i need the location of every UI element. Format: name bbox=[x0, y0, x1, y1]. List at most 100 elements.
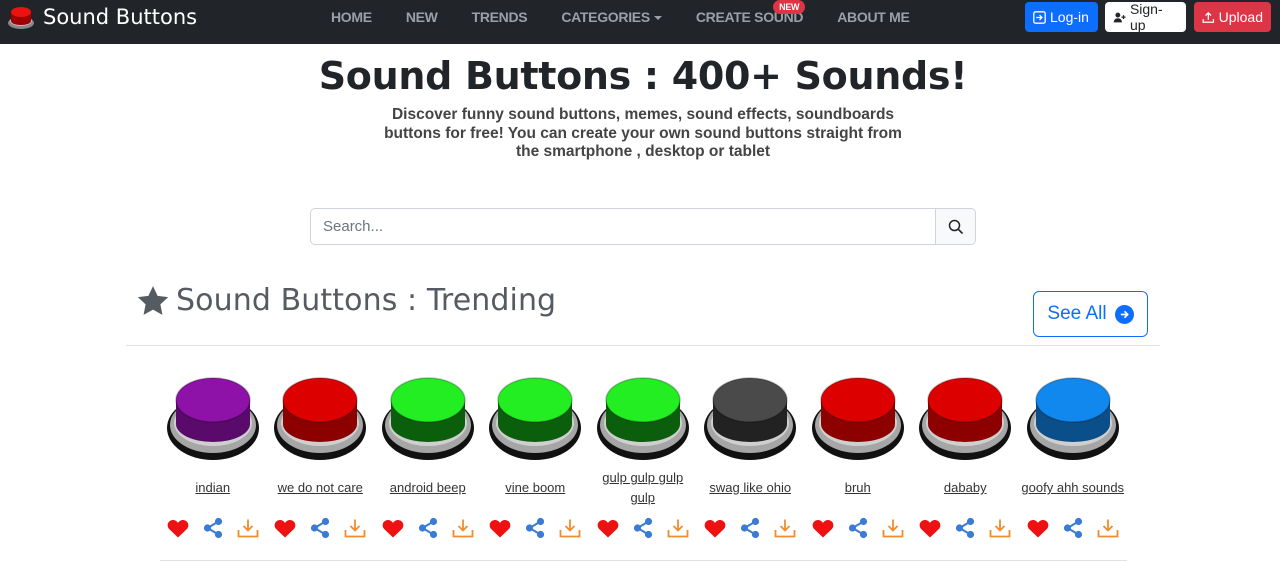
heart-icon[interactable] bbox=[274, 519, 296, 538]
search-icon bbox=[948, 219, 963, 234]
heart-icon[interactable] bbox=[812, 519, 834, 538]
nav-about-me[interactable]: ABOUT ME bbox=[837, 9, 910, 25]
sound-card: bruh bbox=[804, 372, 912, 539]
heart-icon[interactable] bbox=[489, 519, 511, 538]
heart-icon[interactable] bbox=[382, 519, 404, 538]
sound-play-button[interactable] bbox=[166, 372, 260, 462]
download-icon[interactable] bbox=[667, 518, 689, 538]
sound-play-button[interactable] bbox=[703, 372, 797, 462]
heart-icon[interactable] bbox=[919, 519, 941, 538]
sound-card: indian bbox=[159, 372, 267, 539]
login-label: Log-in bbox=[1050, 9, 1089, 25]
sound-label-wrap: indian bbox=[159, 464, 266, 512]
nav-new[interactable]: NEW bbox=[406, 9, 438, 25]
brand-name: Sound Buttons bbox=[43, 5, 198, 29]
sound-label[interactable]: goofy ahh sounds bbox=[1021, 478, 1124, 498]
sound-card: dababy bbox=[912, 372, 1020, 539]
upload-icon bbox=[1202, 11, 1215, 23]
sound-play-button[interactable] bbox=[273, 372, 367, 462]
download-icon[interactable] bbox=[1097, 518, 1119, 538]
sound-grid: indian we do not care android beep vine boo… bbox=[159, 372, 1127, 539]
sound-play-button[interactable] bbox=[1026, 372, 1120, 462]
page-description: Discover funny sound buttons, memes, sou… bbox=[384, 106, 902, 160]
login-button[interactable]: Log-in bbox=[1025, 2, 1098, 32]
heart-icon[interactable] bbox=[704, 519, 726, 538]
download-icon[interactable] bbox=[559, 518, 581, 538]
sound-label[interactable]: vine boom bbox=[505, 478, 565, 498]
sound-label[interactable]: dababy bbox=[944, 478, 987, 498]
sound-label-wrap: swag like ohio bbox=[697, 464, 804, 512]
sound-label[interactable]: we do not care bbox=[278, 478, 363, 498]
caret-down-icon bbox=[653, 16, 662, 21]
nav-categories[interactable]: CATEGORIES bbox=[561, 9, 662, 25]
sound-play-button[interactable] bbox=[488, 372, 582, 462]
search-input[interactable] bbox=[311, 209, 935, 244]
sound-actions bbox=[167, 517, 259, 539]
share-icon[interactable] bbox=[202, 517, 224, 539]
download-icon[interactable] bbox=[882, 518, 904, 538]
arrow-right-circle-icon bbox=[1114, 304, 1134, 324]
sound-label-wrap: dababy bbox=[912, 464, 1019, 512]
page-title: Sound Buttons : 400+ Sounds! bbox=[318, 54, 968, 98]
nav-home[interactable]: HOME bbox=[331, 9, 372, 25]
sound-label[interactable]: indian bbox=[195, 478, 230, 498]
nav-create-sound[interactable]: CREATE SOUND NEW bbox=[696, 0, 806, 25]
sound-card: swag like ohio bbox=[697, 372, 805, 539]
sound-actions bbox=[919, 517, 1011, 539]
upload-label: Upload bbox=[1218, 9, 1263, 25]
share-icon[interactable] bbox=[417, 517, 439, 539]
signup-button[interactable]: Sign-up bbox=[1105, 1, 1186, 33]
sound-label-wrap: we do not care bbox=[267, 464, 374, 512]
nav-categories-label: CATEGORIES bbox=[561, 9, 650, 25]
download-icon[interactable] bbox=[237, 518, 259, 538]
sound-actions bbox=[382, 517, 474, 539]
heart-icon[interactable] bbox=[167, 519, 189, 538]
star-icon bbox=[137, 285, 169, 315]
sound-label[interactable]: android beep bbox=[390, 478, 466, 498]
sound-label[interactable]: bruh bbox=[845, 478, 871, 498]
trending-header: Sound Buttons : Trending bbox=[136, 283, 556, 318]
sound-label-wrap: gulp gulp gulp gulp bbox=[589, 464, 696, 512]
sound-label-wrap: bruh bbox=[804, 464, 911, 512]
sound-label-wrap: android beep bbox=[374, 464, 481, 512]
download-icon[interactable] bbox=[452, 518, 474, 538]
sound-label[interactable]: gulp gulp gulp gulp bbox=[589, 468, 696, 508]
sound-label-wrap: vine boom bbox=[482, 464, 589, 512]
sound-play-button[interactable] bbox=[381, 372, 475, 462]
upload-button[interactable]: Upload bbox=[1194, 2, 1271, 32]
see-all-button[interactable]: See All bbox=[1033, 291, 1148, 337]
brand[interactable]: Sound Buttons bbox=[6, 2, 197, 32]
signup-label: Sign-up bbox=[1129, 1, 1163, 33]
sound-play-button[interactable] bbox=[918, 372, 1012, 462]
search-bar bbox=[310, 208, 976, 245]
search-button[interactable] bbox=[935, 209, 975, 244]
navbar: Sound Buttons HOME NEW TRENDS CATEGORIES… bbox=[0, 0, 1280, 44]
download-icon[interactable] bbox=[344, 518, 366, 538]
download-icon[interactable] bbox=[774, 518, 796, 538]
sound-actions bbox=[274, 517, 366, 539]
login-icon bbox=[1033, 10, 1046, 24]
download-icon[interactable] bbox=[989, 518, 1011, 538]
heart-icon[interactable] bbox=[597, 519, 619, 538]
sound-actions bbox=[1027, 517, 1119, 539]
share-icon[interactable] bbox=[309, 517, 331, 539]
share-icon[interactable] bbox=[1062, 517, 1084, 539]
nav-trends[interactable]: TRENDS bbox=[472, 9, 528, 25]
share-icon[interactable] bbox=[847, 517, 869, 539]
sound-play-button[interactable] bbox=[596, 372, 690, 462]
share-icon[interactable] bbox=[632, 517, 654, 539]
share-icon[interactable] bbox=[524, 517, 546, 539]
sound-card: vine boom bbox=[482, 372, 590, 539]
sound-label[interactable]: swag like ohio bbox=[709, 478, 791, 498]
main-nav: HOME NEW TRENDS CATEGORIES CREATE SOUND N… bbox=[314, 0, 927, 34]
see-all-label: See All bbox=[1047, 303, 1107, 324]
share-icon[interactable] bbox=[739, 517, 761, 539]
divider bbox=[126, 345, 1160, 346]
sound-label-wrap: goofy ahh sounds bbox=[1019, 464, 1126, 512]
person-plus-icon bbox=[1113, 12, 1126, 22]
share-icon[interactable] bbox=[954, 517, 976, 539]
sound-card: goofy ahh sounds bbox=[1019, 372, 1127, 539]
sound-actions bbox=[704, 517, 796, 539]
sound-play-button[interactable] bbox=[811, 372, 905, 462]
heart-icon[interactable] bbox=[1027, 519, 1049, 538]
